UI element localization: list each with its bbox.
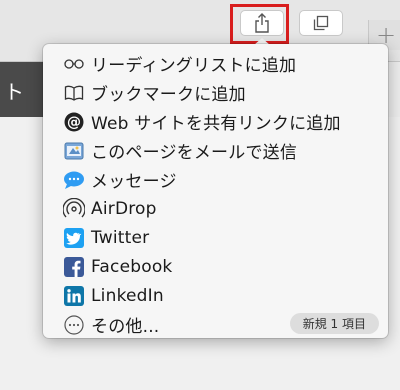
bookmark-icon: [63, 82, 85, 104]
menu-item-twitter[interactable]: Twitter: [43, 223, 388, 252]
menu-item-reading-list[interactable]: リーディングリストに追加: [43, 49, 388, 78]
menu-item-email[interactable]: このページをメールで送信: [43, 136, 388, 165]
menu-item-label: ブックマークに追加: [91, 85, 246, 105]
menu-item-messages[interactable]: メッセージ: [43, 165, 388, 194]
menu-item-label: LinkedIn: [91, 285, 164, 306]
menu-item-label: その他...: [91, 317, 160, 337]
svg-text:@: @: [67, 114, 81, 130]
menu-item-more[interactable]: その他... 新規 1 項目: [43, 310, 388, 339]
menu-item-label: リーディングリストに追加: [91, 56, 297, 76]
menu-item-bookmark[interactable]: ブックマークに追加: [43, 78, 388, 107]
page-partial-text: ト: [4, 80, 24, 104]
menu-item-label: Twitter: [91, 227, 150, 248]
more-icon: [63, 314, 85, 336]
messages-icon: [63, 169, 85, 191]
menu-item-label: Web サイトを共有リンクに追加: [91, 114, 341, 134]
show-all-tabs-button[interactable]: [299, 10, 343, 36]
menu-item-facebook[interactable]: Facebook: [43, 252, 388, 281]
menu-item-label: AirDrop: [91, 198, 157, 219]
menu-item-label: Facebook: [91, 256, 173, 277]
menu-item-linkedin[interactable]: LinkedIn: [43, 281, 388, 310]
mail-icon: [63, 140, 85, 162]
shared-links-icon: @: [63, 111, 85, 133]
menu-item-label: メッセージ: [91, 172, 177, 192]
share-menu: リーディングリストに追加 ブックマークに追加 @ Web サイトを共有リンクに追…: [43, 44, 388, 338]
facebook-icon: [63, 256, 85, 278]
tabs-overview-icon: [313, 15, 329, 31]
menu-item-airdrop[interactable]: AirDrop: [43, 194, 388, 223]
reading-list-icon: [63, 53, 85, 75]
menu-item-label: このページをメールで送信: [91, 143, 298, 163]
menu-item-shared-links[interactable]: @ Web サイトを共有リンクに追加: [43, 107, 388, 136]
twitter-icon: [63, 227, 85, 249]
new-item-badge: 新規 1 項目: [289, 313, 379, 334]
linkedin-icon: [63, 285, 85, 307]
airdrop-icon: [63, 197, 85, 220]
